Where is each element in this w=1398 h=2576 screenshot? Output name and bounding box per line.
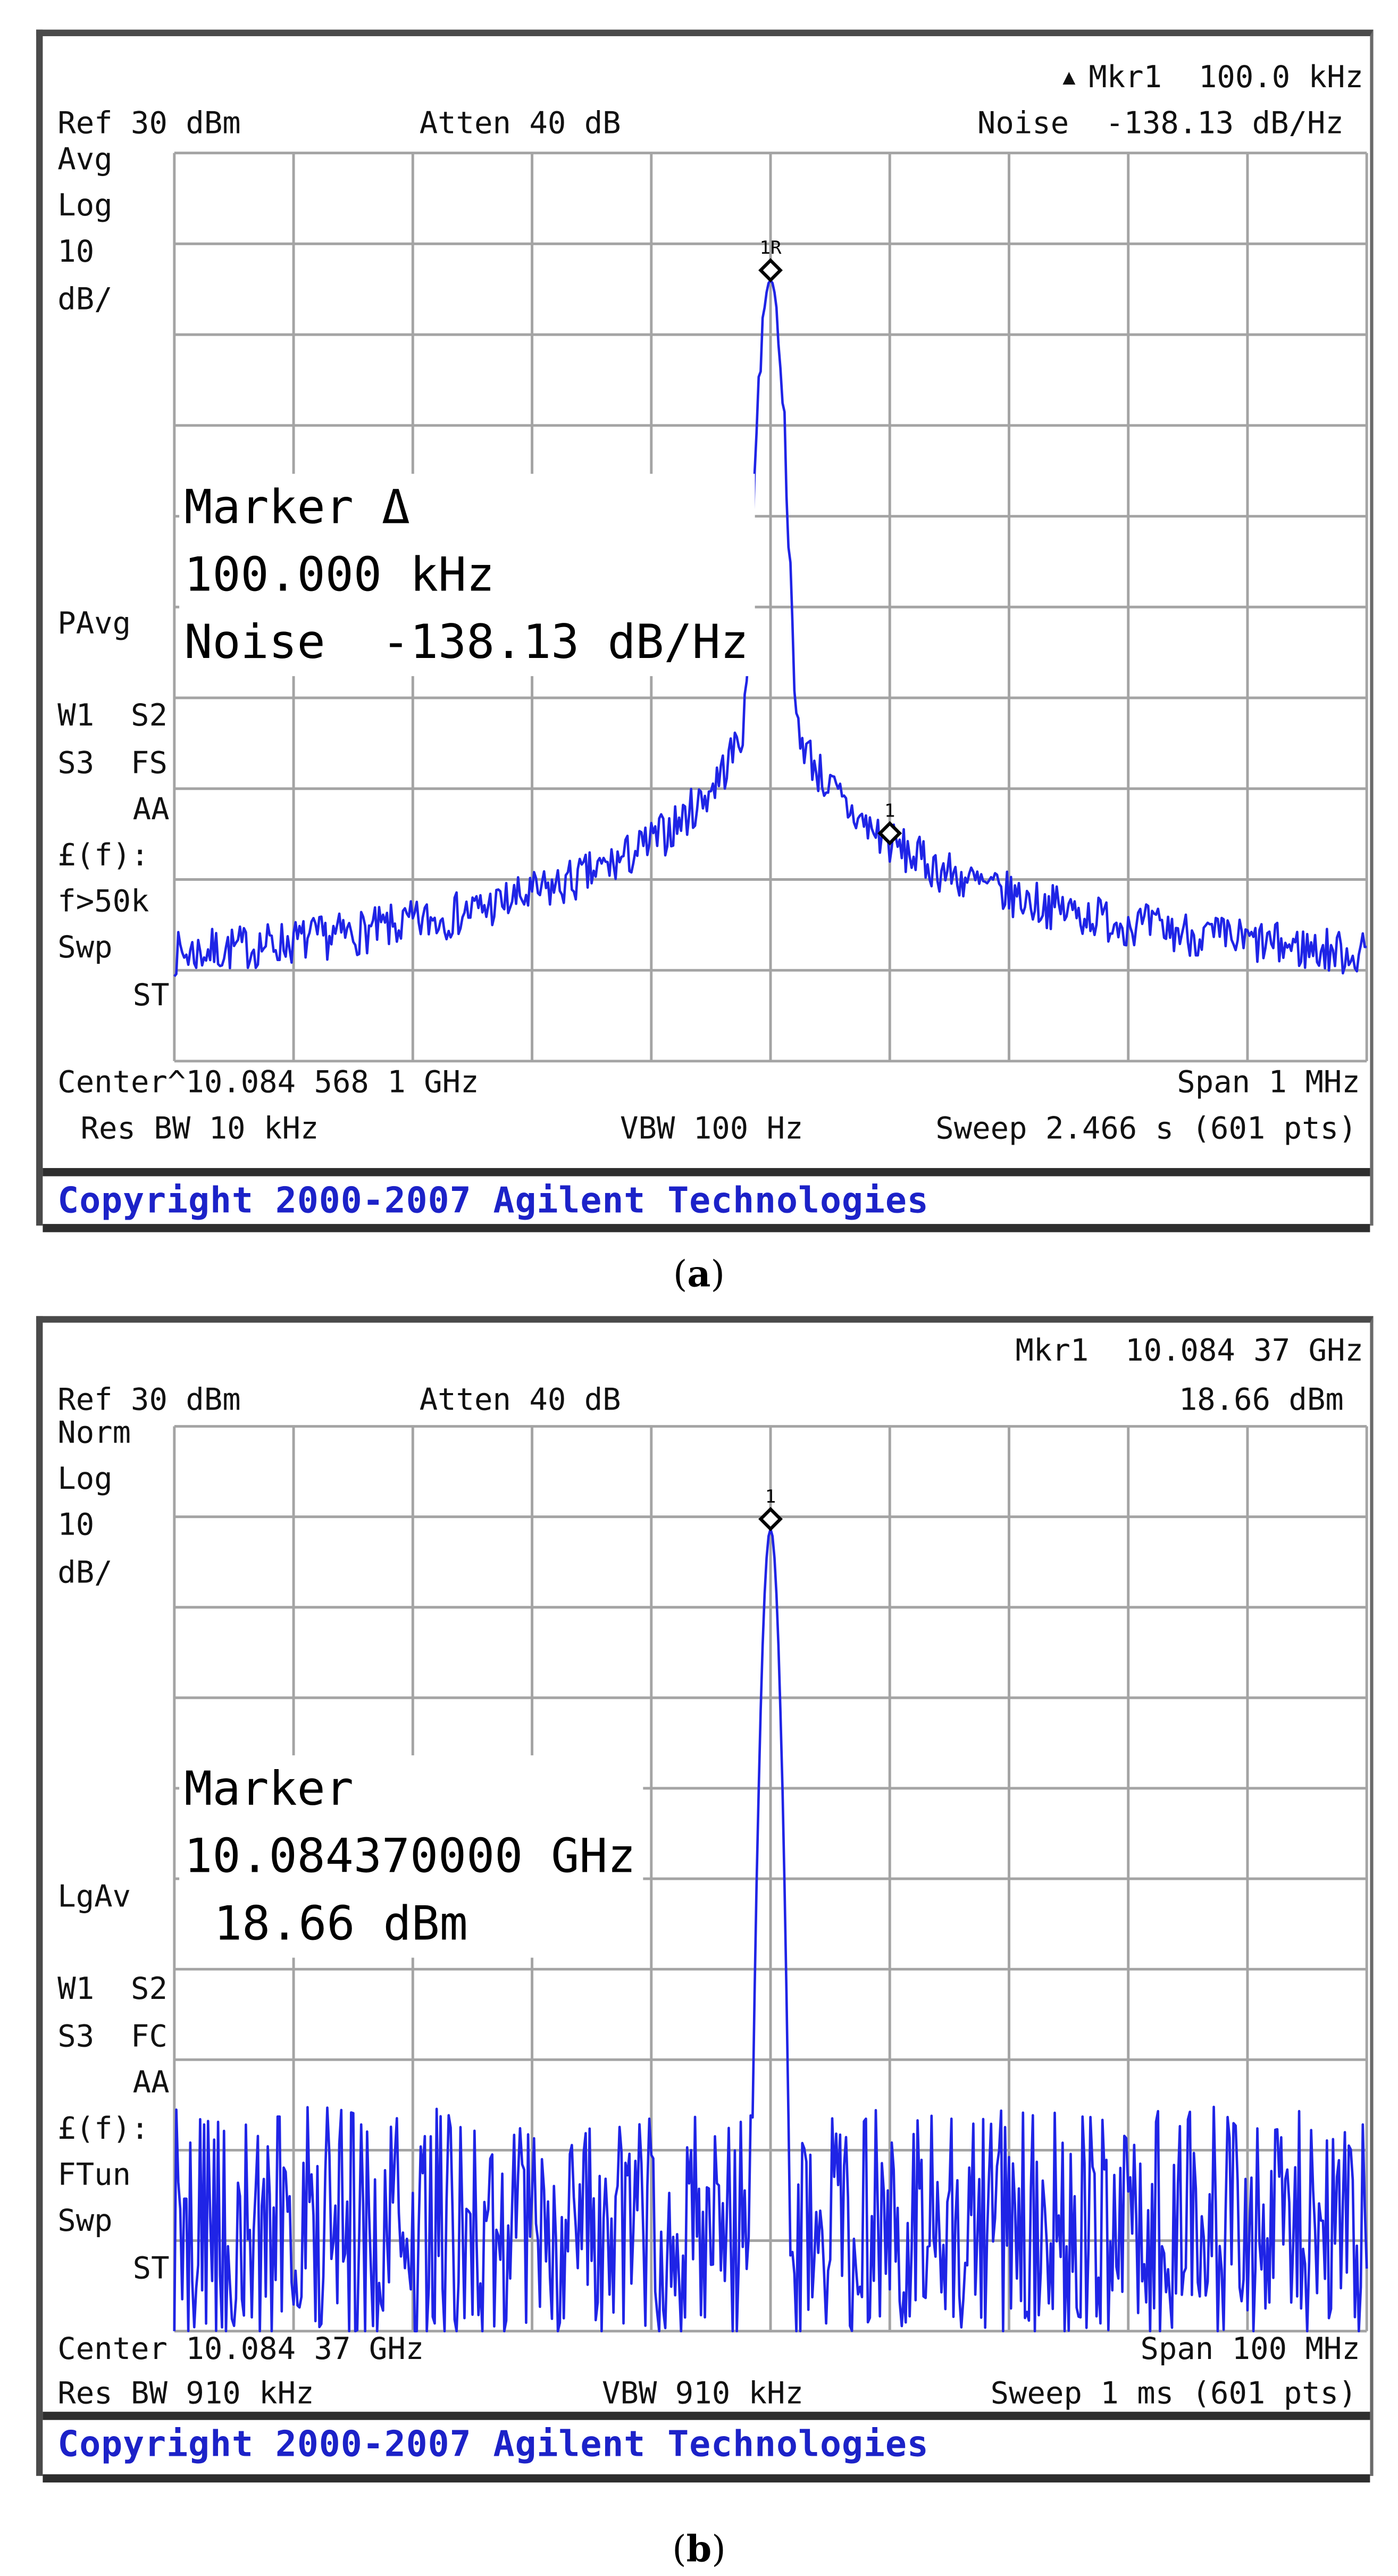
- copyright-bar: Copyright 2000-2007 Agilent Technologies: [43, 2412, 1370, 2482]
- annotation-label: FTun: [57, 2158, 169, 2195]
- marker-level-readout: Noise -138.13 dB/Hz: [977, 107, 1344, 143]
- annotation-label: dB/: [57, 1556, 169, 1592]
- marker-info-line: Marker: [184, 1755, 635, 1823]
- marker-readout: ▲ Mkr1 100.0 kHz: [1062, 61, 1363, 97]
- marker-info-line: 100.000 kHz: [184, 541, 748, 609]
- res-bw-label: Res BW 10 kHz: [81, 1112, 319, 1148]
- marker-info-line: 10.084370000 GHz: [184, 1823, 635, 1890]
- marker-readout-text: Mkr1 100.0 kHz: [1089, 61, 1363, 95]
- spectrum-panel-b: Mkr1 10.084 37 GHz Ref 30 dBm Atten 40 dB 1…: [36, 1316, 1374, 2475]
- spectrum-panel-a: ▲ Mkr1 100.0 kHz Ref 30 dBm Atten 40 dB Nois…: [36, 30, 1374, 1226]
- annotation-label: Norm: [57, 1416, 169, 1453]
- vbw-label: VBW 910 kHz: [602, 2377, 803, 2413]
- marker-readout-text: Mkr1 10.084 37 GHz: [1015, 1334, 1363, 1369]
- annotation-label: PAvg: [57, 607, 169, 643]
- marker-diamond-icon: [760, 261, 780, 280]
- annotation-label: AA: [57, 2066, 169, 2102]
- annotation-label: S3 FC: [57, 2020, 169, 2056]
- copyright-text: Copyright 2000-2007 Agilent Technologies: [57, 2425, 929, 2466]
- span-label: Span 100 MHz: [1140, 2333, 1360, 2369]
- marker-label: 1R: [760, 237, 782, 259]
- annotation-label: f>50k: [57, 886, 169, 922]
- marker-readout: Mkr1 10.084 37 GHz: [1015, 1334, 1363, 1370]
- annotation-label: Swp: [57, 932, 169, 968]
- marker-diamond-icon: [760, 1509, 780, 1529]
- annotation-label: S3 FS: [57, 746, 169, 782]
- annotation-label: Avg: [57, 143, 169, 179]
- panel-caption-letter: b: [672, 2529, 726, 2571]
- panel-caption: a: [0, 1254, 1398, 1296]
- copyright-bar: Copyright 2000-2007 Agilent Technologies: [43, 1168, 1370, 1232]
- attenuation-label: Atten 40 dB: [420, 1383, 621, 1420]
- panel-caption-letter: a: [673, 1254, 725, 1296]
- marker-info-box: Marker10.084370000 GHz18.66 dBm: [179, 1755, 642, 1957]
- annotation-label: Swp: [57, 2205, 169, 2241]
- copyright-text: Copyright 2000-2007 Agilent Technologies: [57, 1181, 929, 1222]
- ref-level-label: Ref 30 dBm: [57, 107, 241, 143]
- marker-info-line: Noise -138.13 dB/Hz: [184, 608, 748, 676]
- delta-triangle-icon: ▲: [1062, 61, 1075, 97]
- annotation-label: ST: [57, 978, 169, 1014]
- marker-level-readout: 18.66 dBm: [1179, 1383, 1344, 1420]
- annotation-label: W1 S2: [57, 700, 169, 736]
- attenuation-label: Atten 40 dB: [420, 107, 621, 143]
- annotation-label: Log: [57, 1463, 169, 1499]
- figure: ▲ Mkr1 100.0 kHz Ref 30 dBm Atten 40 dB Nois…: [0, 0, 1398, 2576]
- sweep-label: Sweep 1 ms (601 pts): [991, 2377, 1357, 2413]
- marker-info-line: 18.66 dBm: [184, 1890, 635, 1958]
- res-bw-label: Res BW 910 kHz: [57, 2377, 314, 2413]
- marker-info-line: Marker Δ: [184, 474, 748, 541]
- annotation-label: ST: [57, 2252, 169, 2288]
- marker-label: 1: [765, 1486, 776, 1507]
- annotation-label: AA: [57, 793, 169, 829]
- annotation-label: dB/: [57, 282, 169, 319]
- marker-label: 1: [884, 801, 895, 822]
- vbw-label: VBW 100 Hz: [620, 1112, 803, 1148]
- annotation-label: 10: [57, 236, 169, 272]
- annotation-label: LgAv: [57, 1880, 169, 1916]
- ref-level-label: Ref 30 dBm: [57, 1383, 241, 1420]
- annotation-label: W1 S2: [57, 1973, 169, 2010]
- center-frequency-label: Center 10.084 37 GHz: [57, 2333, 424, 2369]
- annotation-label: £(f):: [57, 2112, 169, 2148]
- panel-caption: b: [0, 2529, 1398, 2571]
- span-label: Span 1 MHz: [1177, 1066, 1360, 1102]
- annotation-label: Log: [57, 189, 169, 226]
- annotation-label: £(f):: [57, 839, 169, 875]
- center-frequency-label: Center^10.084 568 1 GHz: [57, 1066, 479, 1102]
- marker-info-box: Marker Δ100.000 kHzNoise -138.13 dB/Hz: [179, 474, 755, 676]
- annotation-label: 10: [57, 1509, 169, 1545]
- sweep-label: Sweep 2.466 s (601 pts): [935, 1112, 1357, 1148]
